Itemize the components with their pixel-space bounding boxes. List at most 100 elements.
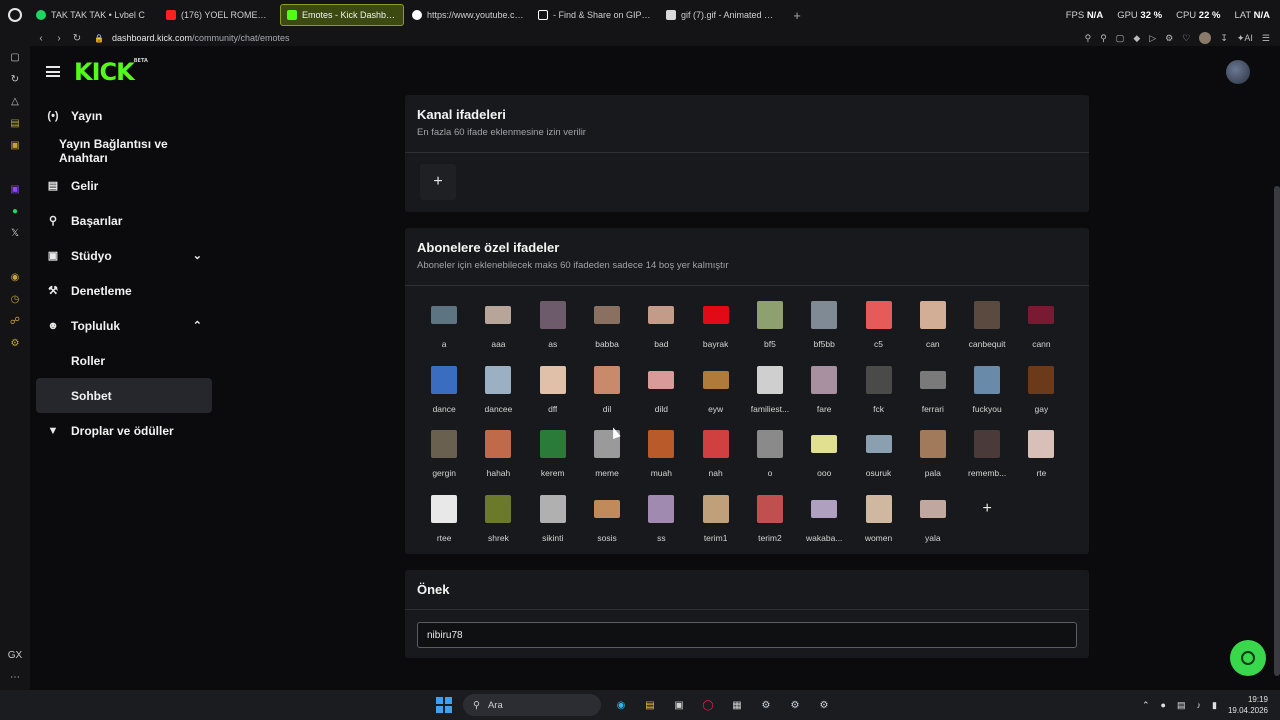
menu-icon[interactable]: ☰ xyxy=(1262,33,1270,44)
opera-logo-icon[interactable] xyxy=(0,0,30,30)
emote-item[interactable]: fck xyxy=(851,363,905,428)
user-avatar[interactable] xyxy=(1226,60,1250,84)
opera-gx-icon[interactable]: ◯ xyxy=(699,696,717,714)
wallet-icon[interactable]: ▤ xyxy=(0,112,30,134)
emote-item[interactable]: bayrak xyxy=(688,298,742,363)
url-field[interactable]: dashboard.kick.com/community/chat/emotes xyxy=(112,33,290,43)
emote-item[interactable]: muah xyxy=(634,427,688,492)
microphone-icon[interactable]: ● xyxy=(1161,700,1166,710)
windows-start-icon[interactable] xyxy=(436,697,452,713)
emote-item[interactable]: sosis xyxy=(580,492,634,557)
player-icon[interactable]: ◉ xyxy=(0,266,30,288)
support-chat-button[interactable] xyxy=(1230,640,1266,676)
heart-icon[interactable]: ♡ xyxy=(1182,33,1190,44)
emote-item[interactable]: gergin xyxy=(417,427,471,492)
emote-item[interactable]: yala xyxy=(906,492,960,557)
tab-youtube[interactable]: https://www.youtube.com xyxy=(406,4,530,26)
emote-item[interactable]: kerem xyxy=(526,427,580,492)
network-icon[interactable]: ▤ xyxy=(1177,700,1186,711)
shop-icon[interactable]: △ xyxy=(0,90,30,112)
emote-item[interactable]: o xyxy=(743,427,797,492)
add-channel-emote-button[interactable]: + xyxy=(420,164,456,200)
emote-item[interactable]: fuckyou xyxy=(960,363,1014,428)
emote-item[interactable]: as xyxy=(526,298,580,363)
history-icon[interactable]: ↻ xyxy=(0,68,30,90)
emote-item[interactable]: gay xyxy=(1014,363,1068,428)
emote-item[interactable]: wakaba... xyxy=(797,492,851,557)
emote-item[interactable]: ferrari xyxy=(906,363,960,428)
play-icon[interactable]: ▷ xyxy=(1149,33,1156,44)
nav-item-roller[interactable]: Roller xyxy=(36,343,212,378)
edge-icon[interactable]: ◉ xyxy=(612,696,630,714)
steam-icon[interactable]: ⚙ xyxy=(757,696,775,714)
nav-item-studyo[interactable]: ▣ Stüdyo ⌄ xyxy=(36,238,212,273)
emote-item[interactable]: fare xyxy=(797,363,851,428)
emote-item[interactable]: shrek xyxy=(471,492,525,557)
back-icon[interactable]: ‹ xyxy=(34,33,48,44)
gx-icon[interactable]: GX xyxy=(0,644,30,666)
emote-item[interactable]: women xyxy=(851,492,905,557)
emote-item[interactable]: ooo xyxy=(797,427,851,492)
more-icon[interactable]: ⋯ xyxy=(0,666,30,688)
nav-item-denetleme[interactable]: ⚒ Denetleme xyxy=(36,273,212,308)
settings-icon[interactable]: ⚙ xyxy=(1165,33,1173,44)
emote-item[interactable]: rtee xyxy=(417,492,471,557)
new-tab-button[interactable]: + xyxy=(788,6,806,24)
nav-item-sohbet[interactable]: Sohbet xyxy=(36,378,212,413)
snapshot-icon[interactable]: ▢ xyxy=(1116,33,1125,44)
download-icon[interactable]: ↧ xyxy=(1220,33,1228,44)
emote-item[interactable]: can xyxy=(906,298,960,363)
emote-item[interactable]: bf5bb xyxy=(797,298,851,363)
tab-gif[interactable]: gif (7).gif - Animated GIF o xyxy=(660,4,786,26)
chevron-up-icon[interactable]: ⌃ xyxy=(1142,700,1150,711)
gear-icon[interactable]: ⚙ xyxy=(0,332,30,354)
emote-item[interactable]: babba xyxy=(580,298,634,363)
emote-item[interactable]: c5 xyxy=(851,298,905,363)
zoom-icon[interactable]: ⚲ xyxy=(1085,33,1092,44)
kick-logo[interactable]: KICKBETA xyxy=(74,58,148,86)
emote-item[interactable]: rte xyxy=(1014,427,1068,492)
nav-item-yayin[interactable]: (•) Yayın xyxy=(36,98,212,133)
whatsapp-icon[interactable]: ● xyxy=(0,200,30,222)
forward-icon[interactable]: › xyxy=(52,33,66,44)
emote-item[interactable]: pala xyxy=(906,427,960,492)
reload-icon[interactable]: ↻ xyxy=(70,33,84,44)
emote-item[interactable]: bad xyxy=(634,298,688,363)
emote-item[interactable]: aaa xyxy=(471,298,525,363)
pinboard-icon[interactable]: ☍ xyxy=(0,310,30,332)
emote-item[interactable]: rememb... xyxy=(960,427,1014,492)
prefix-input[interactable]: nibiru78 xyxy=(417,622,1077,648)
emote-item[interactable]: dance xyxy=(417,363,471,428)
messenger-icon[interactable]: ▢ xyxy=(0,46,30,68)
battery-icon[interactable]: ▮ xyxy=(1212,700,1217,711)
nav-item-droplar[interactable]: ▼ Droplar ve ödüller xyxy=(36,413,212,448)
clock[interactable]: 19:19 19.04.2026 xyxy=(1228,694,1268,716)
emote-item[interactable]: meme xyxy=(580,427,634,492)
emote-item[interactable]: hahah xyxy=(471,427,525,492)
emote-item[interactable]: a xyxy=(417,298,471,363)
tab-youtube-video[interactable]: (176) YOEL ROMERO BAR xyxy=(160,4,278,26)
emote-item[interactable]: canbequit xyxy=(960,298,1014,363)
settings-icon[interactable]: ⚙ xyxy=(815,696,833,714)
emote-item[interactable]: terim1 xyxy=(688,492,742,557)
tab-spotify[interactable]: TAK TAK TAK • Lvbel C xyxy=(30,4,158,26)
page-scrollbar[interactable] xyxy=(1274,186,1280,676)
emote-item[interactable]: familiest... xyxy=(743,363,797,428)
shield-icon[interactable]: ◆ xyxy=(1133,33,1140,44)
emote-item[interactable]: cann xyxy=(1014,298,1068,363)
hamburger-menu-icon[interactable] xyxy=(46,66,60,77)
taskbar-search[interactable]: ⚲ Ara xyxy=(463,694,601,716)
nav-item-topluluk[interactable]: ☻ Topluluk ⌃ xyxy=(36,308,212,343)
nav-item-basarilar[interactable]: ⚲ Başarılar xyxy=(36,203,212,238)
aria-ai-button[interactable]: ✦AI xyxy=(1237,33,1253,44)
x-icon[interactable]: 𝕏 xyxy=(0,222,30,244)
emote-item[interactable]: dff xyxy=(526,363,580,428)
add-subscriber-emote-button[interactable]: + xyxy=(970,492,1004,526)
emote-item[interactable]: osuruk xyxy=(851,427,905,492)
steam-icon-2[interactable]: ⚙ xyxy=(786,696,804,714)
twitch-icon[interactable]: ▣ xyxy=(0,178,30,200)
emote-item[interactable]: sikinti xyxy=(526,492,580,557)
profile-avatar-icon[interactable] xyxy=(1199,32,1212,44)
file-explorer-icon[interactable]: ▤ xyxy=(641,696,659,714)
emote-item[interactable]: dil xyxy=(580,363,634,428)
